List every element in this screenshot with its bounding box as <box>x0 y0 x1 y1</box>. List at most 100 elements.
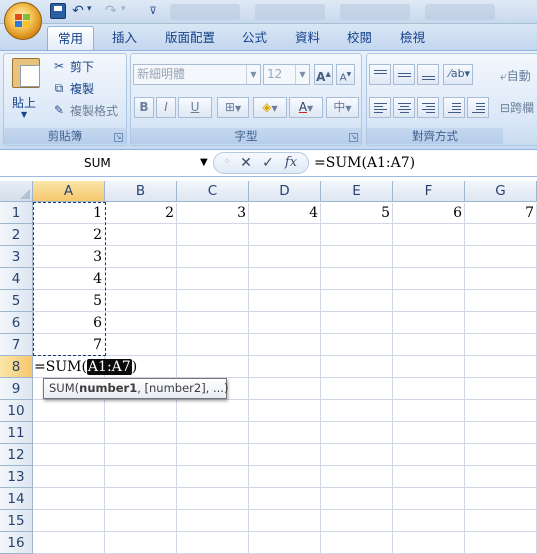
fill-color-button[interactable]: ◈▼ <box>253 97 287 118</box>
chevron-down-icon[interactable]: ▼ <box>246 65 260 84</box>
phonetic-icon: 中 <box>333 100 346 114</box>
chevron-down-icon[interactable]: ▼ <box>200 157 208 168</box>
row-header-13[interactable]: 13 <box>0 466 33 488</box>
grip-icon: ◦ <box>223 155 231 168</box>
merge-center-button[interactable]: ⊟跨欄 <box>500 99 534 116</box>
tab-insert[interactable]: 插入 <box>102 26 147 50</box>
align-left-button[interactable] <box>369 97 391 118</box>
align-right-button[interactable] <box>417 97 439 118</box>
paste-icon[interactable] <box>12 58 40 88</box>
copy-button[interactable]: ⧉ 複製 <box>52 79 94 97</box>
font-color-button[interactable]: A▼ <box>289 97 323 118</box>
row-header-12[interactable]: 12 <box>0 444 33 466</box>
row-header-3[interactable]: 3 <box>0 246 33 268</box>
column-header-b[interactable]: B <box>105 181 177 202</box>
column-header-a[interactable]: A <box>33 181 105 202</box>
tab-data[interactable]: 資料 <box>285 26 330 50</box>
office-button[interactable] <box>4 2 42 40</box>
name-box[interactable]: SUM <box>2 153 211 174</box>
underline-button[interactable]: U <box>178 97 212 118</box>
font-launcher-icon[interactable]: ↘ <box>349 133 358 142</box>
grid-line <box>33 333 537 334</box>
tab-review[interactable]: 校閱 <box>337 26 382 50</box>
wrap-text-label: 自動 <box>506 69 531 83</box>
row-header-16[interactable]: 16 <box>0 532 33 554</box>
select-all-corner[interactable] <box>0 181 33 202</box>
tab-page-layout[interactable]: 版面配置 <box>155 26 225 50</box>
clipboard-launcher-icon[interactable]: ↘ <box>114 133 123 142</box>
increase-indent-button[interactable] <box>467 97 489 118</box>
align-top-button[interactable] <box>369 64 391 85</box>
alignment-group-label: 對齊方式 <box>367 128 503 144</box>
row-header-5[interactable]: 5 <box>0 290 33 312</box>
undo-dropdown-icon[interactable]: ▾ <box>87 4 92 14</box>
row-header-9[interactable]: 9 <box>0 378 33 400</box>
customize-toolbar-icon[interactable]: ⊽ <box>145 3 161 19</box>
save-icon[interactable] <box>50 3 66 19</box>
row-header-2[interactable]: 2 <box>0 224 33 246</box>
row-header-11[interactable]: 11 <box>0 422 33 444</box>
redo-dropdown-icon[interactable]: ▾ <box>121 4 126 14</box>
align-center-button[interactable] <box>393 97 415 118</box>
row-header-14[interactable]: 14 <box>0 488 33 510</box>
italic-button[interactable]: I <box>156 97 176 118</box>
edit-range-highlight: A1:A7 <box>86 359 132 375</box>
format-painter-button[interactable]: ✎ 複製格式 <box>52 101 118 119</box>
undo-icon[interactable]: ↶ <box>70 3 86 19</box>
redo-icon[interactable]: ↷ <box>103 3 119 19</box>
wrap-text-button[interactable]: ⤶自動 <box>500 67 531 84</box>
column-header-g[interactable]: G <box>465 181 537 202</box>
shrink-font-button[interactable]: A▼ <box>336 64 355 85</box>
row-header-10[interactable]: 10 <box>0 400 33 422</box>
range-marquee <box>33 202 106 356</box>
font-name-combo[interactable]: 新細明體 ▼ <box>133 64 261 85</box>
font-size-combo[interactable]: 12 ▼ <box>263 64 310 85</box>
grid-line <box>248 203 249 553</box>
formula-input[interactable]: =SUM(A1:A7) <box>310 152 537 174</box>
align-bottom-button[interactable] <box>417 64 439 85</box>
column-header-e[interactable]: E <box>321 181 393 202</box>
row-header-8[interactable]: 8 <box>0 356 33 378</box>
font-size-value: 12 <box>267 67 283 81</box>
tab-view[interactable]: 檢視 <box>390 26 435 50</box>
redo-symbol: ↷ <box>105 3 117 19</box>
column-header-c[interactable]: C <box>177 181 249 202</box>
align-middle-button[interactable] <box>393 64 415 85</box>
decrease-indent-button[interactable] <box>443 97 465 118</box>
row-header-7[interactable]: 7 <box>0 334 33 356</box>
function-tooltip[interactable]: SUM(number1, [number2], ...) <box>43 378 228 399</box>
cell-f1[interactable]: 6 <box>393 202 465 224</box>
row-header-1[interactable]: 1 <box>0 202 33 224</box>
column-header-d[interactable]: D <box>249 181 321 202</box>
grow-font-button[interactable]: A▲ <box>314 64 333 85</box>
insert-function-icon[interactable]: fx <box>283 155 299 170</box>
tab-home[interactable]: 常用 <box>47 26 95 50</box>
cell-d1[interactable]: 4 <box>249 202 321 224</box>
bold-button[interactable]: B <box>134 97 154 118</box>
borders-button[interactable]: ⊞▼ <box>217 97 249 118</box>
phonetic-button[interactable]: 中▼ <box>326 97 359 118</box>
cell-e1[interactable]: 5 <box>321 202 393 224</box>
row-header-4[interactable]: 4 <box>0 268 33 290</box>
chevron-down-icon[interactable]: ▼ <box>295 65 309 84</box>
grid-line <box>33 487 537 488</box>
cell-b1[interactable]: 2 <box>105 202 177 224</box>
cell-c1[interactable]: 3 <box>177 202 249 224</box>
row-header-15[interactable]: 15 <box>0 510 33 532</box>
cancel-icon[interactable]: ✕ <box>238 155 254 171</box>
cell-g1[interactable]: 7 <box>465 202 537 224</box>
enter-icon[interactable]: ✓ <box>260 155 276 171</box>
cut-label: 剪下 <box>70 59 95 74</box>
row-header-6[interactable]: 6 <box>0 312 33 334</box>
tab-formulas[interactable]: 公式 <box>232 26 277 50</box>
paintbrush-icon: ✎ <box>53 103 65 117</box>
clipboard-group-label: 剪貼簿 <box>4 128 126 144</box>
orientation-button[interactable]: ⁄ab▾ <box>443 64 473 85</box>
column-header-f[interactable]: F <box>393 181 465 202</box>
borders-icon: ⊞ <box>224 100 235 114</box>
cut-button[interactable]: ✂ 剪下 <box>52 57 94 75</box>
active-cell-editor[interactable]: =SUM(A1:A7) <box>34 356 137 378</box>
scissors-icon: ✂ <box>53 59 65 73</box>
paste-dropdown-icon[interactable]: ▼ <box>21 110 27 119</box>
paste-button-label[interactable]: 貼上 <box>12 94 36 111</box>
